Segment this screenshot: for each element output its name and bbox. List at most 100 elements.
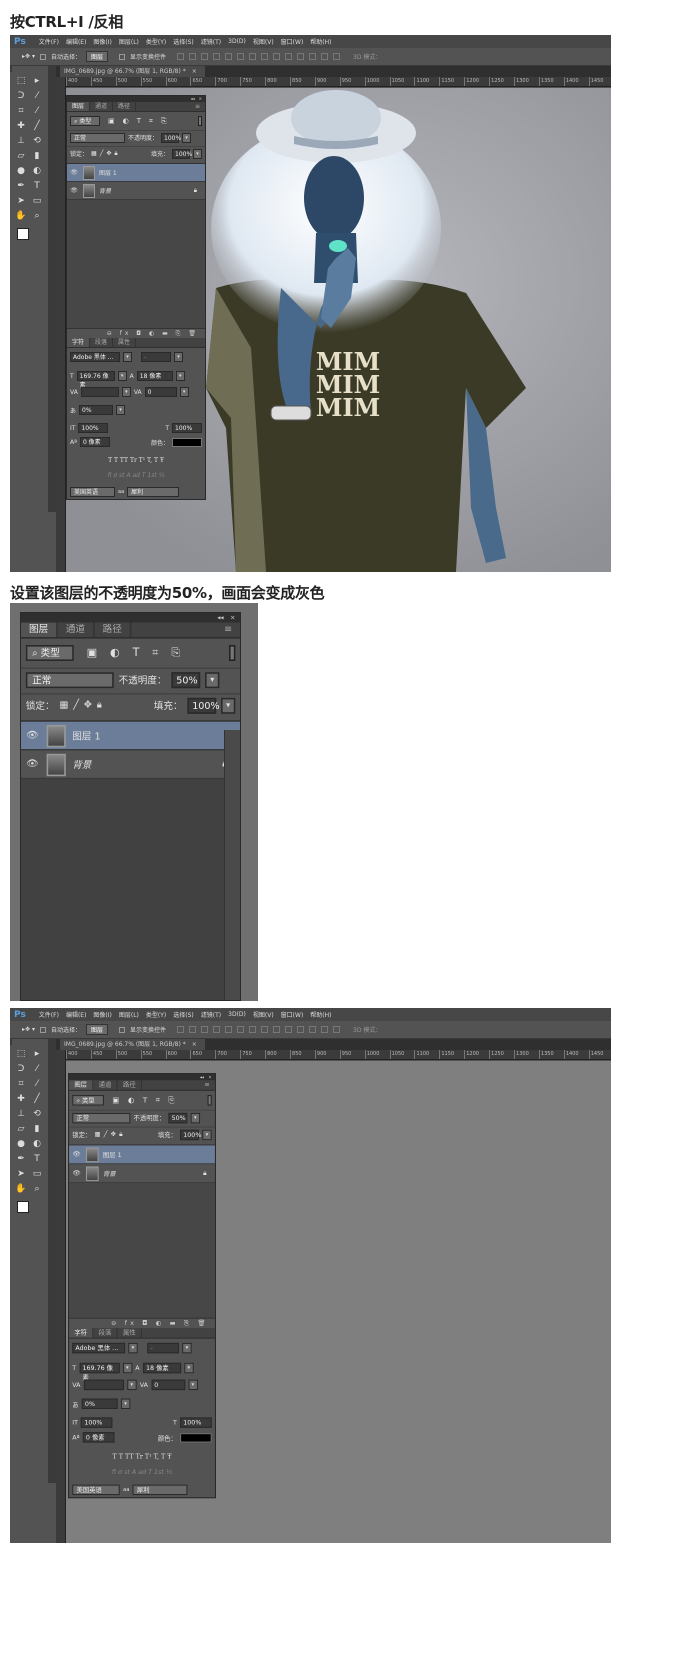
menu-item[interactable]: 选择(S) — [173, 37, 194, 46]
foreground-color-swatch[interactable] — [17, 1201, 29, 1213]
horizontal-scale-input[interactable]: 100% — [172, 423, 202, 433]
font-style-select[interactable]: - — [141, 352, 171, 362]
healing-tool-icon[interactable]: ✚ — [14, 119, 28, 133]
tab-channels[interactable]: 通道 — [93, 1080, 118, 1090]
layer-row[interactable]: 👁︎ 图层 1 — [21, 721, 240, 751]
eyedropper-tool-icon[interactable]: ⁄ — [30, 1077, 44, 1091]
menu-item[interactable]: 3D(D) — [228, 1011, 246, 1018]
font-size-dropdown[interactable]: ▾ — [117, 371, 127, 381]
align-button[interactable] — [249, 1026, 257, 1033]
align-button[interactable] — [177, 1026, 185, 1033]
tab-channels[interactable]: 通道 — [58, 622, 95, 637]
align-button[interactable] — [285, 1026, 293, 1033]
menu-item[interactable]: 3D(D) — [228, 38, 246, 45]
auto-select-checkbox[interactable] — [39, 1026, 46, 1033]
font-family-dropdown[interactable]: ▾ — [123, 352, 132, 362]
layer-name[interactable]: 图层 1 — [72, 728, 100, 742]
menu-item[interactable]: 窗口(W) — [281, 1010, 304, 1019]
align-button[interactable] — [261, 1026, 269, 1033]
menu-item[interactable]: 窗口(W) — [281, 37, 304, 46]
visibility-eye-icon[interactable]: 👁︎ — [67, 169, 81, 176]
move-tool-icon[interactable]: ▸✥ ▾ — [22, 53, 35, 60]
layers-scrollbar[interactable] — [224, 730, 240, 1000]
fill-input[interactable]: 100% — [187, 697, 220, 713]
visibility-eye-icon[interactable]: 👁︎ — [69, 1151, 84, 1158]
shape-filter-icon[interactable]: ⌗ — [149, 117, 153, 126]
fill-dropdown[interactable]: ▾ — [221, 697, 236, 713]
opacity-dropdown[interactable]: ▾ — [182, 132, 192, 143]
eraser-tool-icon[interactable]: ▱ — [14, 149, 28, 163]
close-icon[interactable]: × — [230, 613, 235, 621]
tab-properties[interactable]: 属性 — [118, 1328, 143, 1338]
menu-item[interactable]: 编辑(E) — [66, 1010, 86, 1019]
antialias-select[interactable]: 犀利 — [127, 487, 180, 497]
magic-wand-tool-icon[interactable]: ⁄ — [30, 89, 44, 103]
tsume-input[interactable]: 0% — [79, 405, 114, 415]
image-filter-icon[interactable]: ▣ — [87, 647, 98, 660]
align-button[interactable] — [225, 53, 233, 60]
zoom-tool-icon[interactable]: ⌕ — [30, 1182, 44, 1196]
menu-item[interactable]: 编辑(E) — [66, 37, 86, 46]
tsume-input[interactable]: 0% — [81, 1398, 118, 1409]
opacity-input[interactable]: 50% — [168, 1112, 188, 1123]
layer-row[interactable]: 👁︎背景🔒︎ — [21, 751, 240, 780]
gradient-tool-icon[interactable]: ▮ — [30, 1122, 44, 1136]
brush-tool-icon[interactable]: ╱ — [30, 1092, 44, 1106]
leading-input[interactable]: 18 像素 — [136, 371, 173, 381]
menu-item[interactable]: 图像(I) — [93, 37, 111, 46]
menu-item[interactable]: 图层(L) — [119, 1010, 139, 1019]
menu-item[interactable]: 图像(I) — [93, 1010, 111, 1019]
leading-dropdown[interactable]: ▾ — [175, 371, 185, 381]
type-tool-icon[interactable]: T — [30, 1152, 44, 1166]
opacity-dropdown[interactable]: ▾ — [205, 671, 220, 688]
lock-pixels-icon[interactable]: ╱ — [104, 1131, 108, 1138]
adjustment-filter-icon[interactable]: ◐ — [110, 647, 120, 660]
tsume-dropdown[interactable]: ▾ — [116, 405, 126, 415]
menu-item[interactable]: 帮助(H) — [310, 1010, 331, 1019]
align-button[interactable] — [273, 53, 281, 60]
opentype-buttons[interactable]: fi σ st A ad T 1st ½ — [69, 1466, 215, 1479]
lock-position-icon[interactable]: ✥ — [111, 1131, 116, 1138]
align-button[interactable] — [333, 1026, 341, 1033]
baseline-input[interactable]: 0 像素 — [79, 437, 110, 447]
rectangle-tool-icon[interactable]: ▭ — [30, 194, 44, 208]
blend-mode-select[interactable]: 正常 — [25, 671, 114, 688]
antialias-select[interactable]: 犀利 — [132, 1484, 188, 1496]
align-button[interactable] — [237, 53, 245, 60]
document-tab[interactable]: IMG_0689.jpg @ 66.7% (图层 1, RGB/8) * × — [60, 1039, 205, 1050]
color-swatch[interactable] — [180, 1432, 212, 1443]
blend-mode-select[interactable]: 正常 — [70, 132, 125, 143]
tab-layers[interactable]: 图层 — [67, 102, 91, 111]
path-select-tool-icon[interactable]: ➤ — [14, 1167, 28, 1181]
kerning-input[interactable] — [80, 387, 119, 397]
layer-row[interactable]: 👁︎背景🔒︎ — [69, 1164, 215, 1184]
align-button[interactable] — [333, 53, 341, 60]
vertical-scale-input[interactable]: 100% — [81, 1417, 113, 1428]
font-style-select[interactable]: - — [147, 1342, 179, 1354]
menu-item[interactable]: 滤镜(T) — [201, 1010, 221, 1019]
shape-filter-icon[interactable]: ⌗ — [152, 646, 158, 660]
kerning-input[interactable] — [83, 1379, 124, 1391]
align-button[interactable] — [189, 53, 197, 60]
menu-item[interactable]: 滤镜(T) — [201, 37, 221, 46]
opacity-input[interactable]: 100% — [161, 132, 181, 143]
visibility-eye-icon[interactable]: 👁︎ — [21, 759, 43, 770]
align-button[interactable] — [309, 53, 317, 60]
type-filter-icon[interactable]: T — [137, 117, 141, 125]
font-size-dropdown[interactable]: ▾ — [122, 1362, 133, 1374]
layer-row[interactable]: 👁︎ 图层 1 — [69, 1145, 215, 1165]
align-button[interactable] — [225, 1026, 233, 1033]
lock-position-icon[interactable]: ✥ — [84, 699, 92, 710]
font-family-select[interactable]: Adobe 黑体 ... — [70, 352, 120, 362]
zoom-tool-icon[interactable]: ⌕ — [30, 209, 44, 223]
filter-toggle[interactable] — [207, 1095, 212, 1106]
gradient-tool-icon[interactable]: ▮ — [30, 149, 44, 163]
image-filter-icon[interactable]: ▣ — [112, 1096, 119, 1104]
blur-tool-icon[interactable]: ● — [14, 164, 28, 178]
layer-name[interactable]: 背景 — [99, 186, 111, 195]
lock-transparent-icon[interactable]: ▦ — [59, 699, 68, 710]
tab-layers[interactable]: 图层 — [69, 1080, 94, 1090]
collapse-icon[interactable]: ◂◂ — [217, 613, 223, 621]
foreground-color-swatch[interactable] — [17, 228, 29, 240]
filter-toggle[interactable] — [229, 645, 236, 661]
